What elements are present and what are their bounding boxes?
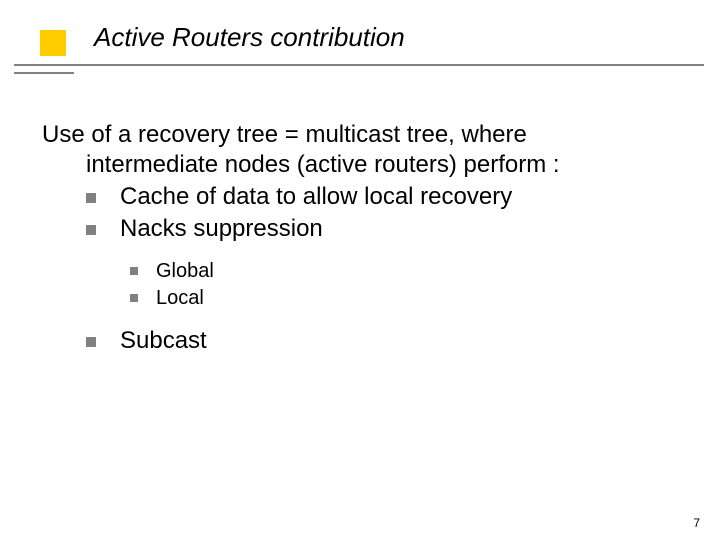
square-bullet-icon: [86, 193, 96, 203]
page-number: 7: [693, 516, 700, 530]
sublist: Global Local: [42, 258, 652, 312]
square-bullet-icon: [130, 294, 138, 302]
slide-title: Active Routers contribution: [94, 22, 405, 53]
square-bullet-icon: [130, 267, 138, 275]
title-accent-box: [40, 30, 66, 56]
list-item-label: Cache of data to allow local recovery: [120, 182, 512, 212]
list-item: Subcast: [86, 326, 652, 356]
list-item-label: Subcast: [120, 326, 207, 356]
sublist-item-label: Global: [156, 258, 214, 285]
sublist-item: Local: [130, 285, 652, 312]
slide: Active Routers contribution Use of a rec…: [0, 0, 720, 540]
body-content: Use of a recovery tree = multicast tree,…: [42, 120, 652, 358]
title-rule-long: [14, 64, 704, 66]
intro-text: Use of a recovery tree = multicast tree,…: [86, 120, 652, 180]
sublist-item: Global: [130, 258, 652, 285]
square-bullet-icon: [86, 225, 96, 235]
title-area: Active Routers contribution: [0, 22, 720, 82]
title-rule-short: [14, 72, 74, 74]
list-item: Nacks suppression: [86, 214, 652, 244]
sublist-item-label: Local: [156, 285, 204, 312]
list-item: Cache of data to allow local recovery: [86, 182, 652, 212]
list-item-label: Nacks suppression: [120, 214, 323, 244]
square-bullet-icon: [86, 337, 96, 347]
